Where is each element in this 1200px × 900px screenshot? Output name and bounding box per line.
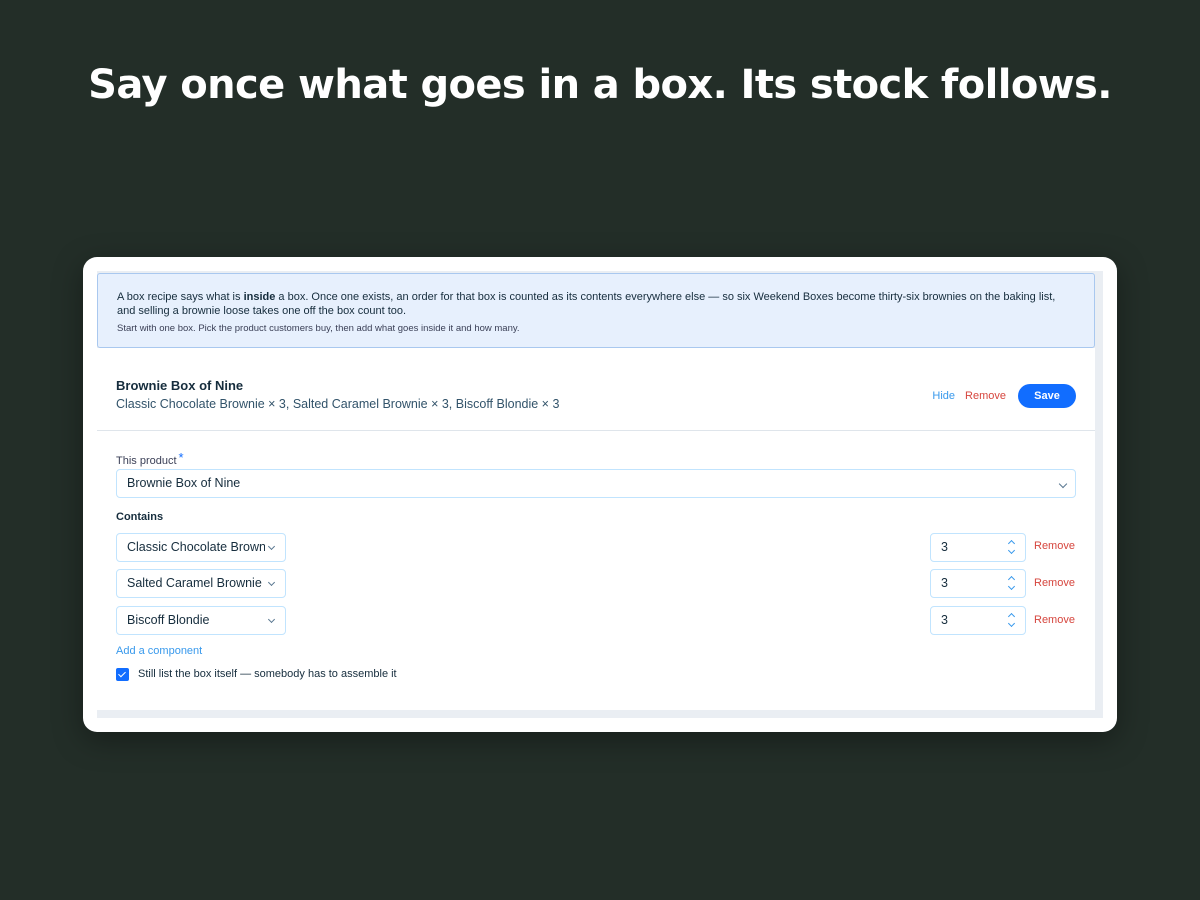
save-button[interactable]: Save <box>1018 384 1076 408</box>
stepper-arrows-icon[interactable] <box>1007 539 1016 557</box>
product-select[interactable]: Brownie Box of Nine <box>116 469 1076 498</box>
info-banner-hint: Start with one box. Pick the product cus… <box>117 323 520 334</box>
content-canvas: A box recipe says what is inside a box. … <box>97 271 1103 718</box>
info-banner: A box recipe says what is inside a box. … <box>97 273 1095 348</box>
component-select-value: Salted Caramel Brownie <box>127 576 262 590</box>
component-select[interactable]: Classic Chocolate Brownie <box>116 533 286 562</box>
quantity-stepper[interactable]: 3 <box>930 533 1026 562</box>
info-text-start: A box recipe says what is <box>117 291 244 303</box>
product-label-text: This product <box>116 455 177 467</box>
component-select[interactable]: Biscoff Blondie <box>116 606 286 635</box>
info-banner-text: A box recipe says what is inside a box. … <box>117 290 1075 318</box>
contains-label: Contains <box>116 511 164 523</box>
quantity-stepper[interactable]: 3 <box>930 606 1026 635</box>
product-field-label: This product * <box>116 450 184 467</box>
list-box-itself-label: Still list the box itself — somebody has… <box>138 668 397 680</box>
component-select[interactable]: Salted Caramel Brownie <box>116 569 286 598</box>
component-select-value: Biscoff Blondie <box>127 613 210 627</box>
recipe-title: Brownie Box of Nine <box>116 378 244 393</box>
required-marker: * <box>178 450 184 465</box>
component-select-value: Classic Chocolate Brownie <box>127 540 265 554</box>
recipe-card-header: Brownie Box of Nine Classic Chocolate Br… <box>97 348 1095 431</box>
remove-component-button[interactable]: Remove <box>1034 614 1075 626</box>
quantity-value: 3 <box>941 576 948 590</box>
box-recipe-card: Brownie Box of Nine Classic Chocolate Br… <box>97 348 1095 710</box>
recipe-actions: Hide Remove Save <box>932 384 1076 408</box>
product-select-value: Brownie Box of Nine <box>127 476 241 490</box>
quantity-value: 3 <box>941 613 948 627</box>
chevron-down-icon <box>267 578 276 587</box>
remove-component-button[interactable]: Remove <box>1034 540 1075 552</box>
list-box-itself-checkbox[interactable] <box>116 668 129 681</box>
stepper-arrows-icon[interactable] <box>1007 612 1016 630</box>
quantity-value: 3 <box>941 540 948 554</box>
hide-button[interactable]: Hide <box>932 390 955 402</box>
add-component-button[interactable]: Add a component <box>116 645 202 657</box>
quantity-stepper[interactable]: 3 <box>930 569 1026 598</box>
app-window: A box recipe says what is inside a box. … <box>83 257 1117 732</box>
chevron-down-icon <box>267 542 276 551</box>
chevron-down-icon <box>267 615 276 624</box>
stepper-arrows-icon[interactable] <box>1007 575 1016 593</box>
recipe-summary: Classic Chocolate Brownie × 3, Salted Ca… <box>116 397 560 411</box>
info-text-emphasis: inside <box>243 291 276 303</box>
remove-recipe-button[interactable]: Remove <box>965 390 1006 402</box>
remove-component-button[interactable]: Remove <box>1034 577 1075 589</box>
chevron-down-icon <box>1058 479 1068 489</box>
page-headline: Say once what goes in a box. Its stock f… <box>88 62 1112 108</box>
